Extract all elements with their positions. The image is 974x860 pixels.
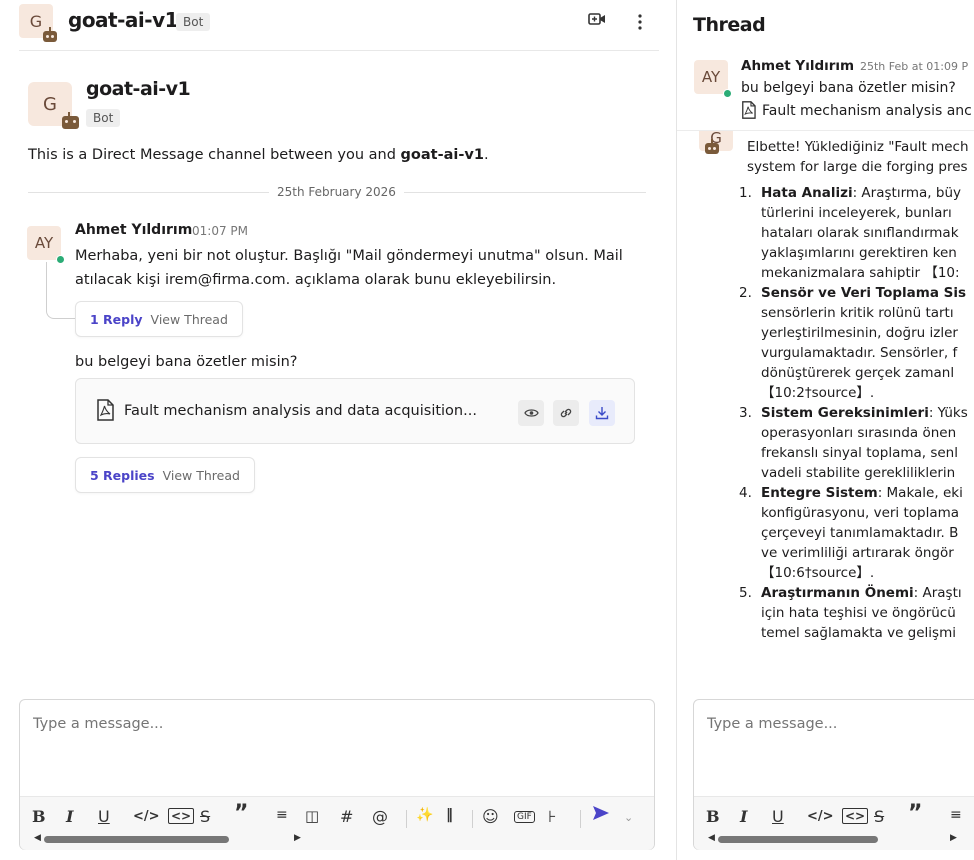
intro-avatar[interactable]: G	[28, 82, 79, 129]
thread-parent-avatar[interactable]: AY	[694, 60, 732, 98]
thread-parent-text: bu belgeyi bana özetler misin?	[741, 80, 956, 96]
bot-icon	[705, 139, 719, 154]
bot-reply-avatar[interactable]: G	[699, 131, 733, 154]
intro-name: goat-ai-v1	[86, 78, 191, 100]
scroll-left-icon[interactable]: ◀	[34, 833, 41, 843]
message-input[interactable]	[33, 716, 604, 732]
magic-wand-icon[interactable]: ✨	[416, 807, 433, 823]
quote-icon[interactable]: ”	[234, 801, 248, 826]
header-divider	[19, 50, 659, 51]
list-item: 1. Hata Analizi: Araştırma, büy türlerin…	[739, 185, 962, 281]
thread-parent-author[interactable]: Ahmet Yıldırım	[741, 58, 854, 74]
scroll-left-icon[interactable]: ◀	[708, 833, 715, 843]
attach-file-icon[interactable]: ◫	[305, 807, 319, 825]
bold-icon[interactable]: B	[706, 807, 720, 826]
mention-icon[interactable]: @	[372, 807, 388, 826]
strikethrough-icon[interactable]: S	[200, 807, 210, 826]
chevron-down-icon[interactable]: ⌄	[624, 811, 633, 824]
download-icon[interactable]	[589, 400, 615, 426]
channel-hashtag-icon[interactable]: #	[340, 807, 353, 826]
scroll-right-icon[interactable]: ▶	[294, 833, 301, 843]
underline-icon[interactable]: U	[98, 807, 110, 826]
list-item: 3. Sistem Gereksinimleri: Yüks operasyon…	[739, 405, 968, 481]
bullet-list-icon[interactable]: ≡	[950, 807, 962, 823]
preview-eye-icon[interactable]	[518, 400, 544, 426]
thread-connector	[46, 262, 76, 319]
thread-parent-file[interactable]: Fault mechanism analysis anc	[741, 101, 972, 123]
code-block-icon[interactable]: <>	[842, 808, 869, 824]
date-divider-label: 25th February 2026	[269, 185, 404, 199]
thread-parent-time: 25th Feb at 01:09 P	[860, 60, 969, 73]
bot-icon	[43, 27, 57, 42]
formatting-toolbar: B I U </> <> S ” ≡ ◀ ▶	[694, 796, 974, 850]
toolbar-scrollbar[interactable]: ◀ ▶	[706, 833, 974, 843]
bullet-list-icon[interactable]: ≡	[276, 807, 288, 823]
channel-avatar[interactable]: G	[19, 4, 57, 42]
thread-message-input[interactable]	[707, 716, 974, 732]
scroll-right-icon[interactable]: ▶	[950, 833, 957, 843]
italic-icon[interactable]: I	[740, 807, 747, 826]
toolbar-separator	[580, 810, 581, 828]
intro-bot-badge: Bot	[86, 109, 121, 127]
intro-text: This is a Direct Message channel between…	[28, 147, 489, 163]
paperclip-icon[interactable]: ⊦	[548, 807, 556, 826]
file-name: Fault mechanism analysis and data acquis…	[124, 403, 477, 419]
pdf-file-icon	[96, 399, 114, 425]
list-item: 5. Araştırmanın Önemi: Araştı için hata …	[739, 585, 962, 641]
channel-title[interactable]: goat-ai-v1	[68, 8, 179, 32]
toolbar-separator	[472, 810, 473, 828]
bot-icon	[62, 112, 79, 129]
pdf-file-icon	[741, 101, 756, 123]
bot-reply-intro: Elbette! Yüklediğiniz "Fault mech system…	[747, 139, 969, 175]
list-item: 2. Sensör ve Veri Toplama Sis sensörleri…	[739, 285, 967, 401]
bold-icon[interactable]: B	[32, 807, 46, 826]
code-block-icon[interactable]: <>	[168, 808, 195, 824]
copy-link-icon[interactable]	[553, 400, 579, 426]
channel-pane: G goat-ai-v1 Bot G goat-ai-v1 Bot This i…	[0, 0, 675, 860]
quote-icon[interactable]: ”	[908, 801, 922, 826]
send-icon[interactable]	[592, 804, 610, 826]
thread-replies-button[interactable]: 5 Replies View Thread	[75, 457, 255, 493]
thread-replies-button[interactable]: 1 Reply View Thread	[75, 301, 243, 337]
emoji-icon[interactable]: ☺	[482, 807, 499, 826]
thread-pane: Thread AY Ahmet Yıldırım 25th Feb at 01:…	[676, 0, 974, 860]
underline-icon[interactable]: U	[772, 807, 784, 826]
strikethrough-icon[interactable]: S	[874, 807, 884, 826]
message-composer: B I U </> <> S ” ≡ ◫ # @ ✨ ‖ ☺ GIF ⊦ ⌄ ◀	[19, 699, 655, 850]
summary-list: 1. Hata Analizi: Araştırma, büy türlerin…	[739, 183, 974, 643]
scrollbar-thumb[interactable]	[44, 836, 229, 843]
message-text: Merhaba, yeni bir not oluştur. Başlığı "…	[75, 248, 623, 288]
message-author[interactable]: Ahmet Yıldırım	[75, 222, 192, 238]
toolbar-scrollbar[interactable]: ◀ ▶	[32, 833, 312, 843]
message-avatar[interactable]: AY	[27, 226, 65, 264]
thread-replies-scroll[interactable]: G Elbette! Yüklediğiniz "Fault mech syst…	[677, 130, 974, 692]
scrollbar-thumb[interactable]	[718, 836, 878, 843]
code-icon[interactable]: </>	[807, 809, 834, 824]
message-text: bu belgeyi bana özetler misin?	[75, 354, 298, 370]
thread-title: Thread	[693, 14, 766, 36]
gif-icon[interactable]: GIF	[514, 811, 535, 823]
message-time: 01:07 PM	[192, 224, 248, 238]
list-item: 4. Entegre Sistem: Makale, eki konfigüra…	[739, 485, 963, 581]
poll-chart-icon[interactable]: ‖	[446, 807, 453, 823]
more-vertical-icon[interactable]	[637, 14, 643, 34]
formatting-toolbar: B I U </> <> S ” ≡ ◫ # @ ✨ ‖ ☺ GIF ⊦ ⌄ ◀	[20, 796, 654, 850]
video-icon[interactable]	[588, 12, 606, 30]
italic-icon[interactable]: I	[66, 807, 73, 826]
bot-badge: Bot	[176, 13, 211, 31]
thread-composer: B I U </> <> S ” ≡ ◀ ▶	[693, 699, 974, 850]
online-status-dot	[723, 89, 732, 98]
file-attachment[interactable]: Fault mechanism analysis and data acquis…	[75, 378, 635, 444]
toolbar-separator	[406, 810, 407, 828]
code-icon[interactable]: </>	[133, 809, 160, 824]
